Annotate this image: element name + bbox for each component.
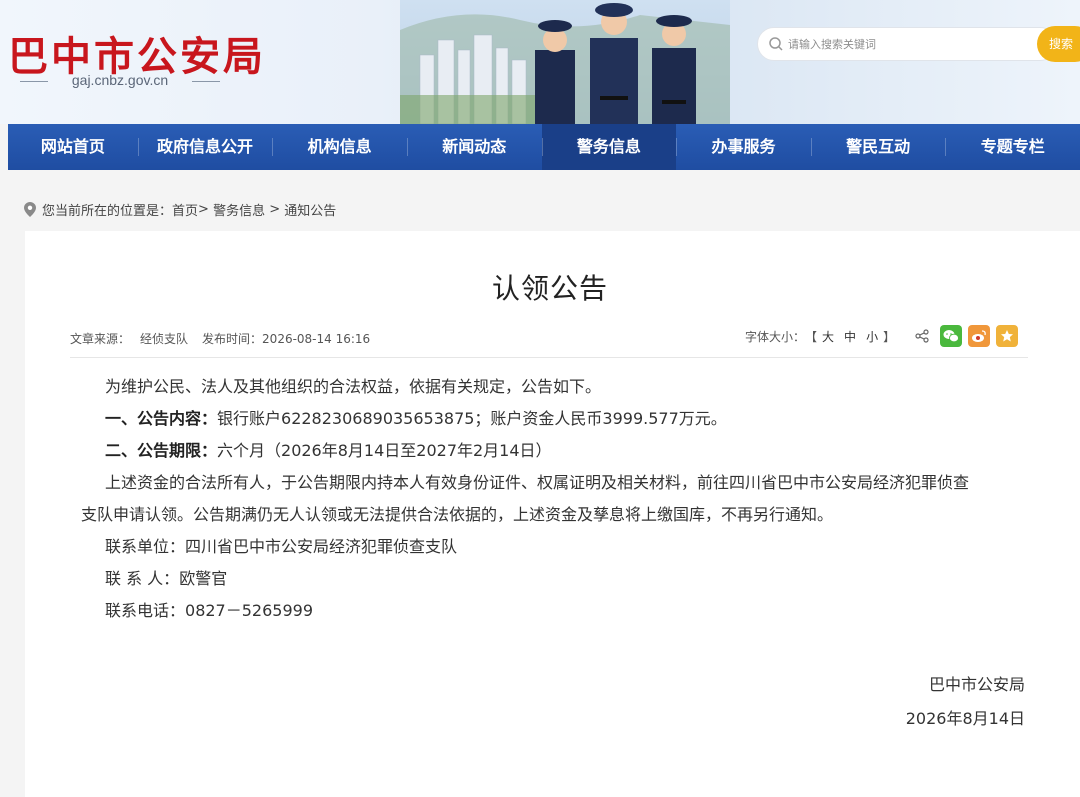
nav-item-interaction[interactable]: 警民互动 (810, 124, 946, 170)
source-value: 经侦支队 (140, 332, 189, 346)
article-item-1: 一、公告内容：银行账户6228230689035653875；账户资金人民币39… (105, 403, 1035, 435)
nav-item-services[interactable]: 办事服务 (676, 124, 811, 170)
share-icon[interactable] (915, 329, 929, 343)
search-input[interactable] (788, 34, 1028, 54)
article-meta: 文章来源： 经侦支队 发布时间：2026-08-14 16:16 (70, 330, 370, 347)
contact-unit-value: 四川省巴中市公安局经济犯罪侦查支队 (185, 537, 458, 556)
date-label: 发布时间： (202, 332, 263, 346)
article-title: 认领公告 (491, 272, 608, 305)
item2-label: 二、公告期限： (105, 441, 218, 460)
header-banner-police-image (400, 0, 730, 124)
breadcrumb-police-info-link[interactable]: 警务信息 (213, 200, 265, 219)
date-value: 2026-08-14 16:16 (262, 332, 371, 346)
item1-text: 银行账户6228230689035653875；账户资金人民币3999.577万… (217, 409, 727, 428)
signature-org: 巴中市公安局 (928, 675, 1025, 694)
article-body-paragraph: 上述资金的合法所有人，于公告期限内持本人有效身份证件、权属证明及相关材料，前往四… (81, 467, 1035, 531)
font-bracket-open: 【 (805, 329, 818, 344)
signature-date: 2026年8月14日 (905, 709, 1025, 728)
breadcrumb-notice-link[interactable]: 通知公告 (284, 200, 336, 219)
nav-item-police-info[interactable]: 警务信息 (541, 124, 677, 170)
font-size-large[interactable]: 大 (822, 328, 834, 345)
search-button[interactable]: 搜索 (1037, 26, 1080, 62)
body-line-1: 上述资金的合法所有人，于公告期限内持本人有效身份证件、权属证明及相关材料，前往四… (105, 473, 970, 492)
site-domain-text: gaj.cnbz.gov.cn (71, 72, 169, 88)
search-icon (769, 37, 783, 51)
contact-unit: 联系单位：四川省巴中市公安局经济犯罪侦查支队 (105, 531, 1035, 563)
article-body: 为维护公民、法人及其他组织的合法权益，依据有关规定，公告如下。 一、公告内容：银… (81, 371, 1035, 627)
breadcrumb-separator: > (269, 201, 281, 217)
breadcrumb-prefix: 您当前所在的位置是： (42, 203, 173, 219)
contact-phone-value: 0827－5265999 (185, 601, 313, 620)
source-label: 文章来源： (70, 332, 131, 346)
domain-line-right (192, 81, 220, 82)
search-box (757, 27, 1057, 61)
nav-item-special-topics[interactable]: 专题专栏 (945, 124, 1080, 170)
article-card: 认领公告 文章来源： 经侦支队 发布时间：2026-08-14 16:16 字体大小… (25, 231, 1080, 797)
wechat-share-icon[interactable] (940, 325, 963, 347)
nav-item-org-info[interactable]: 机构信息 (272, 124, 407, 170)
font-bracket-close: 】 (883, 329, 896, 344)
contact-phone: 联系电话：0827－5265999 (105, 595, 1035, 627)
body-line-2: 支队申请认领。公告期满仍无人认领或无法提供合法依据的，上述资金及孳息将上缴国库，… (81, 505, 834, 524)
main-nav: 网站首页 政府信息公开 机构信息 新闻动态 警务信息 办事服务 警民互动 专题专… (8, 124, 1080, 170)
nav-item-home[interactable]: 网站首页 (8, 124, 138, 170)
nav-item-news[interactable]: 新闻动态 (406, 124, 542, 170)
site-domain: gaj.cnbz.gov.cn (20, 72, 220, 90)
breadcrumb-separator: > (198, 201, 209, 217)
font-size-label: 字体大小： (745, 329, 806, 344)
contact-person: 联 系 人：欧警官 (105, 563, 1035, 595)
article-intro: 为维护公民、法人及其他组织的合法权益，依据有关规定，公告如下。 (105, 377, 602, 396)
item1-label: 一、公告内容： (105, 409, 218, 428)
weibo-share-icon[interactable] (968, 325, 991, 347)
nav-item-gov-info[interactable]: 政府信息公开 (137, 124, 273, 170)
contact-person-value: 欧警官 (179, 569, 228, 588)
breadcrumb: 您当前所在的位置是： 首页 > 警务信息 > 通知公告 (24, 199, 336, 219)
font-size-small[interactable]: 小 (866, 328, 878, 345)
article-item-2: 二、公告期限：六个月（2026年8月14日至2027年2月14日） (105, 435, 1035, 467)
favorite-star-icon[interactable] (996, 325, 1019, 347)
meta-divider (70, 357, 1028, 358)
item2-text: 六个月（2026年8月14日至2027年2月14日） (217, 441, 552, 460)
location-pin-icon (24, 201, 36, 217)
article-tools: 字体大小： 【 大 中 小 】 (745, 324, 1019, 348)
site-header: 巴中市公安局 gaj.cnbz.gov.cn (0, 0, 1080, 124)
contact-person-label: 联 系 人： (105, 569, 180, 588)
contact-unit-label: 联系单位： (105, 537, 186, 556)
breadcrumb-home-link[interactable]: 首页 (172, 200, 198, 219)
font-size-medium[interactable]: 中 (844, 328, 856, 345)
contact-phone-label: 联系电话： (105, 601, 186, 620)
